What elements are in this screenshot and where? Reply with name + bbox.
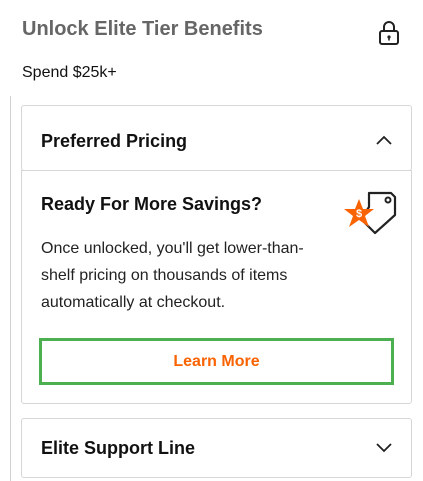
savings-heading: Ready For More Savings? (41, 194, 263, 214)
accordion-elite-support-header[interactable]: Elite Support Line (21, 418, 412, 478)
svg-text:$: $ (356, 208, 362, 220)
accordion-title: Elite Support Line (41, 438, 196, 458)
spend-requirement: Spend $25k+ (22, 64, 117, 81)
savings-description: Once unlocked, you'll get lower-than-she… (41, 240, 304, 311)
divider (10, 96, 11, 481)
chevron-up-icon[interactable] (376, 135, 392, 145)
accordion-preferred-pricing-header[interactable]: Preferred Pricing (21, 105, 412, 171)
panel-title: Unlock Elite Tier Benefits (22, 18, 263, 40)
chevron-down-icon[interactable] (376, 443, 392, 453)
price-tag-star-icon: $ (344, 191, 397, 235)
lock-icon (379, 21, 399, 45)
accordion-title: Preferred Pricing (41, 131, 188, 151)
learn-more-button[interactable]: Learn More (39, 338, 394, 385)
accordion-preferred-pricing-body: Ready For More Savings? $ Once unlocked,… (21, 170, 412, 404)
